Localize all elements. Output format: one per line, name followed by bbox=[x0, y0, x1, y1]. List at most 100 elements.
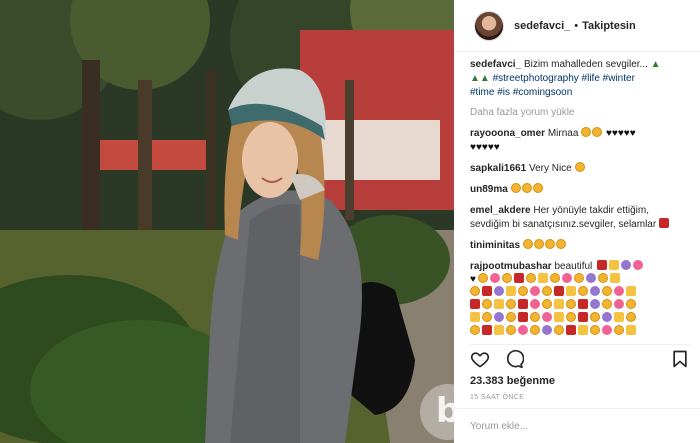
smile-emoji-icon bbox=[542, 286, 552, 296]
caption-text: Bizim mahalleden sevgiler... bbox=[523, 59, 648, 70]
like-button[interactable] bbox=[470, 349, 490, 374]
thumbs-up-emoji-icon bbox=[554, 312, 564, 322]
pink-heart-emoji-icon bbox=[530, 299, 540, 309]
comment-username[interactable]: sapkali1661 bbox=[470, 163, 526, 174]
comment-username[interactable]: rajpootmubashar bbox=[470, 261, 552, 272]
smile-emoji-icon bbox=[602, 299, 612, 309]
heart-icon bbox=[470, 352, 490, 368]
smile-emoji-icon bbox=[506, 325, 516, 335]
hashtag[interactable]: #time bbox=[470, 87, 494, 98]
post-photo[interactable]: b bbox=[0, 0, 454, 443]
purple-heart-emoji-icon bbox=[602, 312, 612, 322]
hashtag[interactable]: #winter bbox=[603, 73, 635, 84]
comment: emel_akdere Her yönüyle takdir ettiğim, … bbox=[470, 204, 690, 232]
rose-emoji-icon bbox=[470, 299, 480, 309]
smile-emoji-icon bbox=[518, 286, 528, 296]
avatar[interactable] bbox=[474, 10, 504, 41]
smile-emoji-icon bbox=[578, 286, 588, 296]
smile-emoji-icon bbox=[506, 312, 516, 322]
smile-emoji-icon bbox=[590, 312, 600, 322]
load-more-comments[interactable]: Daha fazla yorum yükle bbox=[470, 107, 690, 118]
heart-eyes-emoji-icon bbox=[510, 183, 521, 193]
comment: rajpootmubashar beautiful ♥ bbox=[470, 260, 690, 338]
thumbs-up-emoji-icon bbox=[470, 312, 480, 322]
comment-input[interactable]: Yorum ekle... bbox=[454, 408, 700, 443]
smile-emoji-icon bbox=[506, 299, 516, 309]
smile-emoji-icon bbox=[597, 273, 608, 283]
smile-emoji-icon bbox=[566, 299, 576, 309]
comment-button[interactable] bbox=[504, 349, 525, 374]
pink-heart-emoji-icon bbox=[518, 325, 528, 335]
rose-emoji-icon bbox=[566, 325, 576, 335]
comment-username[interactable]: un89ma bbox=[470, 184, 508, 195]
comment-username[interactable]: emel_akdere bbox=[470, 205, 531, 216]
purple-heart-emoji-icon bbox=[590, 286, 600, 296]
crying-emoji-icon bbox=[592, 127, 603, 137]
thumbs-up-emoji-icon bbox=[578, 325, 588, 335]
comment-icon bbox=[506, 349, 525, 369]
hashtag[interactable]: #life bbox=[582, 73, 600, 84]
thumbs-up-emoji-icon bbox=[626, 286, 636, 296]
save-button[interactable] bbox=[670, 349, 690, 374]
smile-emoji-icon bbox=[530, 312, 540, 322]
purple-heart-emoji-icon bbox=[621, 260, 632, 270]
smile-emoji-icon bbox=[614, 325, 624, 335]
rose-emoji-icon bbox=[513, 273, 524, 283]
pink-heart-emoji-icon bbox=[614, 286, 624, 296]
thumbs-up-emoji-icon bbox=[494, 325, 504, 335]
smile-emoji-icon bbox=[470, 325, 480, 335]
smile-emoji-icon bbox=[602, 286, 612, 296]
comments-list: sedefavci_ Bizim mahalleden sevgiler... … bbox=[470, 58, 690, 338]
smile-emoji-icon bbox=[626, 312, 636, 322]
smile-emoji-icon bbox=[549, 273, 560, 283]
comment-username[interactable]: rayooona_omer bbox=[470, 128, 545, 139]
heart-eyes-emoji-icon bbox=[532, 183, 543, 193]
hashtag[interactable]: #comingsoon bbox=[513, 87, 572, 98]
comment-username[interactable]: tiniminitas bbox=[470, 240, 520, 251]
header-username[interactable]: sedefavci_ bbox=[514, 20, 570, 32]
comment: rayooona_omer Mirnaa ♥♥♥♥♥ ♥♥♥♥♥ bbox=[470, 127, 690, 155]
purple-heart-emoji-icon bbox=[585, 273, 596, 283]
crying-emoji-icon bbox=[581, 127, 592, 137]
comment-text: Very Nice bbox=[528, 163, 572, 174]
photo-scene bbox=[0, 0, 454, 443]
comment: tiniminitas bbox=[470, 239, 690, 253]
smile-emoji-icon bbox=[501, 273, 512, 283]
pink-heart-emoji-icon bbox=[489, 273, 500, 283]
pink-heart-emoji-icon bbox=[614, 299, 624, 309]
heart-eyes-emoji-icon bbox=[544, 239, 555, 249]
pink-heart-emoji-icon bbox=[602, 325, 612, 335]
pink-heart-emoji-icon bbox=[561, 273, 572, 283]
smile-emoji-icon bbox=[566, 312, 576, 322]
rose-emoji-icon bbox=[482, 325, 492, 335]
thumbs-up-emoji-icon bbox=[554, 299, 564, 309]
hashtag[interactable]: #streetphotography bbox=[493, 73, 579, 84]
heart-emoji-icon: ♥♥♥♥♥ bbox=[470, 142, 500, 153]
thumbs-up-emoji-icon bbox=[614, 312, 624, 322]
post-header: sedefavci_ • Takiptesin bbox=[454, 0, 700, 52]
pink-heart-emoji-icon bbox=[530, 286, 540, 296]
hashtag[interactable]: #is bbox=[497, 87, 510, 98]
thumbs-up-emoji-icon bbox=[506, 286, 516, 296]
post-timestamp: 15 SAAT ÖNCE bbox=[470, 394, 525, 401]
smile-emoji-icon bbox=[626, 299, 636, 309]
follow-status[interactable]: Takiptesin bbox=[582, 20, 636, 32]
smile-emoji-icon bbox=[477, 273, 488, 283]
heart-eyes-emoji-icon bbox=[555, 239, 566, 249]
rose-emoji-icon bbox=[578, 299, 588, 309]
header-separator: • bbox=[574, 19, 579, 32]
caption-username[interactable]: sedefavci_ bbox=[470, 59, 521, 70]
comment: sapkali1661 Very Nice bbox=[470, 162, 690, 176]
rose-emoji-icon bbox=[554, 286, 564, 296]
purple-heart-emoji-icon bbox=[494, 286, 504, 296]
thumbs-up-emoji-icon bbox=[566, 286, 576, 296]
likes-count[interactable]: 23.383 beğenme bbox=[470, 375, 555, 387]
heart-eyes-emoji-icon bbox=[533, 239, 544, 249]
thumbs-up-emoji-icon bbox=[494, 299, 504, 309]
smile-emoji-icon bbox=[542, 299, 552, 309]
smile-emoji-icon bbox=[530, 325, 540, 335]
purple-heart-emoji-icon bbox=[590, 299, 600, 309]
smile-emoji-icon bbox=[482, 312, 492, 322]
rose-emoji-icon bbox=[597, 260, 608, 270]
comment: un89ma bbox=[470, 183, 690, 197]
